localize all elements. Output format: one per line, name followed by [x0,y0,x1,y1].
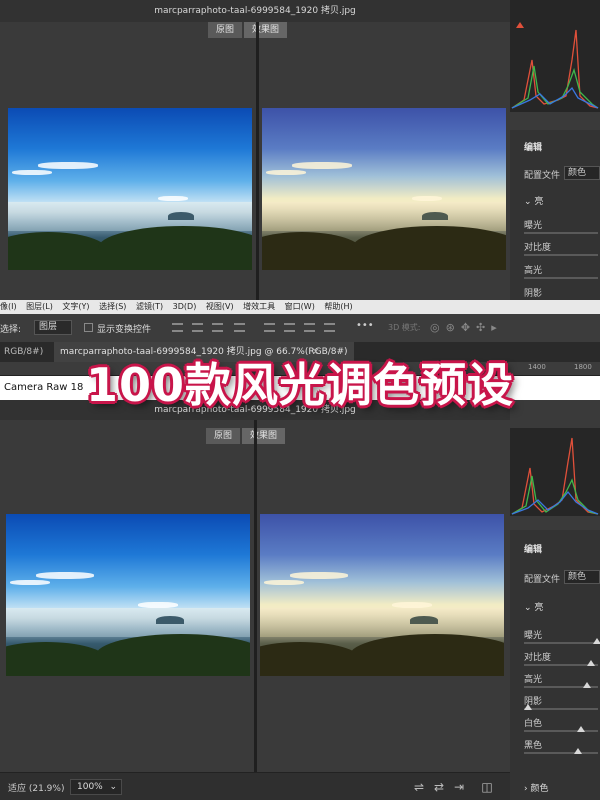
slider-track[interactable] [524,752,598,754]
slider-thumb[interactable] [574,748,583,754]
copy-settings-icon[interactable]: ⇥ [452,780,466,794]
chevron-down-icon: ⌄ [524,197,532,207]
window-title: marcparraphoto-taal-6999584_1920 拷贝.jpg [0,0,510,22]
compare-toggle-icon[interactable]: ⇌ [412,780,426,794]
slider-track[interactable] [524,254,598,256]
light-section-label: 亮 [534,603,544,613]
distribute-icon[interactable] [304,323,315,332]
zoom-select[interactable]: 100% ⌄ [70,779,122,795]
options-bar: 选择: 图层 显示变换控件 ••• 3D 模式: ◎⊛✥✣▸ [0,314,600,342]
distribute-icon[interactable] [324,323,335,332]
color-section-toggle[interactable]: › 颜色 [524,781,549,794]
effect-photo [262,108,506,270]
slider-label: 对比度 [524,653,552,663]
menu-bar: 像(I) 图层(L) 文字(Y) 选择(S) 滤镜(T) 3D(D) 视图(V)… [0,300,600,314]
menu-item[interactable]: 增效工具 [243,302,275,311]
slider-track[interactable] [524,730,598,732]
bottom-camera-raw-panel: marcparraphoto-taal-6999584_1920 拷贝.jpg … [0,400,600,800]
profile-select[interactable]: 颜色 [564,570,600,584]
view-tabs: 原图 效果图 [206,428,286,444]
slider-track[interactable] [524,642,598,644]
slider-label: 黑色 [524,741,543,751]
tab-original[interactable]: 原图 [208,22,243,38]
effect-photo [260,514,504,676]
profile-label: 配置文件 [524,171,561,181]
edit-heading: 编辑 [524,545,543,555]
slider-track[interactable] [524,277,598,279]
align-right-icon[interactable] [212,323,223,332]
tab-original[interactable]: 原图 [206,428,241,444]
edit-heading: 编辑 [524,143,543,153]
menu-item[interactable]: 3D(D) [173,302,197,311]
slider-thumb[interactable] [592,638,600,644]
transform-checkbox[interactable] [84,323,93,332]
menu-item[interactable]: 视图(V) [206,302,234,311]
select-label: 选择: [0,325,22,335]
align-center-icon[interactable] [192,323,203,332]
align-left-icon[interactable] [172,323,183,332]
transform-label: 显示变换控件 [97,325,152,335]
menu-item[interactable]: 文字(Y) [62,302,89,311]
menu-item[interactable]: 图层(L) [26,302,53,311]
color-section-label: 颜色 [530,784,549,794]
auto-select-dropdown[interactable]: 图层 [34,320,72,335]
menu-item[interactable]: 选择(S) [99,302,126,311]
3d-mode-label: 3D 模式: [388,323,421,332]
slider-label: 曝光 [524,221,543,231]
light-section-label: 亮 [534,197,544,207]
edit-panel-bottom: 编辑 配置文件 颜色 ⌄ 亮 曝光 对比度 高光 阴影 白色 黑色 › 颜色 [510,530,600,800]
chevron-down-icon: ⌄ [524,603,532,613]
original-photo [6,514,250,676]
slider-label: 高光 [524,266,543,276]
chevron-down-icon: ⌄ [109,782,117,792]
light-section-toggle[interactable]: ⌄ 亮 [524,194,543,207]
tab-effect[interactable]: 效果图 [244,22,288,38]
profile-label: 配置文件 [524,575,561,585]
slider-label: 高光 [524,675,543,685]
slider-thumb[interactable] [524,704,532,710]
zoom-fit-button[interactable]: 适应 (21.9%) [8,781,64,794]
align-top-icon[interactable] [234,323,245,332]
split-view-icon[interactable]: ◫ [480,780,494,794]
light-section-toggle[interactable]: ⌄ 亮 [524,600,543,613]
top-camera-raw-panel: marcparraphoto-taal-6999584_1920 拷贝.jpg … [0,0,600,300]
edit-panel-top: 编辑 配置文件 颜色 ⌄ 亮 曝光 对比度 高光 阴影 [510,130,600,300]
slider-thumb[interactable] [582,682,591,688]
status-bar: 适应 (21.9%) 100% ⌄ ⇌ ⇄ ⇥ ◫ [0,772,510,800]
profile-select[interactable]: 颜色 [564,166,600,180]
view-tabs: 原图 效果图 [208,22,288,38]
align-middle-icon[interactable] [264,323,275,332]
slider-track[interactable] [524,708,598,710]
slider-thumb[interactable] [577,726,586,732]
zoom-value: 100% [77,782,103,792]
split-divider[interactable] [254,420,257,772]
menu-item[interactable]: 滤镜(T) [136,302,163,311]
slider-label: 对比度 [524,243,552,253]
original-photo [8,108,252,270]
chevron-right-icon: › [524,784,528,794]
3d-tools-icons[interactable]: ◎⊛✥✣▸ [430,321,503,334]
more-options-button[interactable]: ••• [356,320,374,331]
slider-label: 白色 [524,719,543,729]
slider-label: 阴影 [524,289,543,299]
align-bottom-icon[interactable] [284,323,295,332]
menu-item[interactable]: 窗口(W) [285,302,315,311]
headline: 100款风光调色预设 [85,358,515,412]
menu-item[interactable]: 帮助(H) [324,302,352,311]
slider-thumb[interactable] [587,660,595,666]
menu-item[interactable]: 像(I) [0,302,17,311]
slider-label: 曝光 [524,631,543,641]
slider-track[interactable] [524,232,598,234]
tab-effect[interactable]: 效果图 [242,428,286,444]
histogram [510,428,600,516]
split-divider[interactable] [256,22,259,300]
histogram [510,0,600,112]
swap-icon[interactable]: ⇄ [432,780,446,794]
